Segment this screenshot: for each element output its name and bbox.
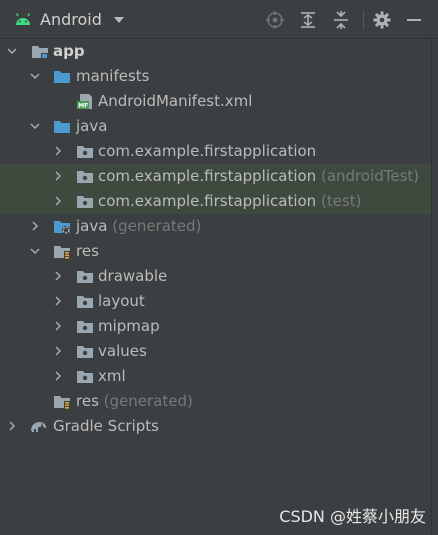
tree-node-xml[interactable]: xml xyxy=(0,364,431,389)
chevron-right-icon[interactable] xyxy=(53,196,63,206)
tree-node-label: java xyxy=(76,117,108,135)
tree-node-mipmap[interactable]: mipmap xyxy=(0,314,431,339)
chevron-down-icon[interactable] xyxy=(7,46,17,56)
gear-icon[interactable] xyxy=(372,10,392,30)
chevron-right-icon[interactable] xyxy=(53,321,63,331)
caret-down-icon[interactable] xyxy=(112,13,126,27)
tree-node-label: manifests xyxy=(76,67,150,85)
tree-node-res[interactable]: res xyxy=(0,239,431,264)
node-suffix: (generated) xyxy=(103,392,193,410)
tree-node-label: xml xyxy=(98,367,126,385)
gradle-elephant-icon xyxy=(31,422,46,432)
chevron-right-icon[interactable] xyxy=(53,271,63,281)
tree-node-label: java (generated) xyxy=(76,217,201,236)
chevron-right-icon[interactable] xyxy=(53,146,63,156)
tree-node-gradle-scripts[interactable]: Gradle Scripts xyxy=(0,414,431,439)
tree-node-label: values xyxy=(98,342,147,360)
chevron-right-icon[interactable] xyxy=(53,346,63,356)
chevron-right-icon[interactable] xyxy=(53,371,63,381)
node-name: com.example.firstapplication xyxy=(98,167,317,185)
tree-node-java[interactable]: java xyxy=(0,114,431,139)
tree-node-label: res (generated) xyxy=(76,392,193,411)
package-icon xyxy=(77,296,93,308)
chevron-down-icon[interactable] xyxy=(30,121,40,131)
tree-node-drawable[interactable]: drawable xyxy=(0,264,431,289)
package-icon xyxy=(77,371,93,383)
tree-node-package-test[interactable]: com.example.firstapplication (test) xyxy=(0,189,431,214)
svg-text:MF: MF xyxy=(78,103,88,110)
tree-node-label: Gradle Scripts xyxy=(53,417,159,435)
module-folder-icon xyxy=(32,46,48,59)
project-toolbar: Android xyxy=(0,0,438,39)
package-icon xyxy=(77,271,93,283)
scrollbar-track[interactable] xyxy=(431,39,438,535)
folder-icon xyxy=(54,71,70,83)
package-icon xyxy=(77,346,93,358)
node-suffix: (generated) xyxy=(112,217,202,235)
package-icon xyxy=(77,171,93,183)
view-selector[interactable]: Android xyxy=(40,10,102,30)
tree-node-label: res xyxy=(76,242,99,260)
toolbar-separator xyxy=(363,10,364,30)
chevron-right-icon[interactable] xyxy=(30,221,40,231)
node-suffix: (test) xyxy=(320,192,362,210)
tree-node-androidmanifest[interactable]: MF AndroidManifest.xml xyxy=(0,89,431,114)
minimize-icon[interactable] xyxy=(404,10,424,30)
chevron-right-icon[interactable] xyxy=(53,296,63,306)
chevron-right-icon[interactable] xyxy=(53,171,63,181)
generated-source-folder-icon xyxy=(54,221,70,234)
collapse-all-icon[interactable] xyxy=(331,10,351,30)
node-name: res xyxy=(76,392,99,410)
package-icon xyxy=(77,146,93,158)
package-icon xyxy=(77,321,93,333)
tree-node-app[interactable]: app xyxy=(0,39,431,64)
chevron-down-icon[interactable] xyxy=(30,246,40,256)
tree-node-layout[interactable]: layout xyxy=(0,289,431,314)
tree-node-java-generated[interactable]: java (generated) xyxy=(0,214,431,239)
chevron-down-icon[interactable] xyxy=(30,71,40,81)
tree-node-label: com.example.firstapplication (androidTes… xyxy=(98,167,419,186)
resource-folder-icon xyxy=(54,396,70,409)
expand-all-icon[interactable] xyxy=(298,10,318,30)
watermark: CSDN @姓蔡小朋友 xyxy=(279,507,426,526)
node-suffix: (androidTest) xyxy=(320,167,420,185)
resource-folder-icon xyxy=(54,246,70,259)
tree-node-label: mipmap xyxy=(98,317,160,335)
tree-node-package-androidtest[interactable]: com.example.firstapplication (androidTes… xyxy=(0,164,431,189)
project-tree: app manifests MF AndroidManifest.xml jav… xyxy=(0,39,438,535)
locate-icon[interactable] xyxy=(265,10,285,30)
tree-node-values[interactable]: values xyxy=(0,339,431,364)
tree-node-res-generated[interactable]: res (generated) xyxy=(0,389,431,414)
tree-node-label: app xyxy=(53,42,85,60)
source-folder-icon xyxy=(54,121,70,133)
tree-node-label: layout xyxy=(98,292,145,310)
node-name: java xyxy=(76,217,108,235)
tree-node-package-main[interactable]: com.example.firstapplication xyxy=(0,139,431,164)
node-name: com.example.firstapplication xyxy=(98,192,317,210)
tree-node-label: drawable xyxy=(98,267,168,285)
tree-node-label: com.example.firstapplication xyxy=(98,142,317,160)
tree-node-label: com.example.firstapplication (test) xyxy=(98,192,362,211)
package-icon xyxy=(77,196,93,208)
manifest-file-icon: MF xyxy=(77,94,92,110)
tree-node-label: AndroidManifest.xml xyxy=(98,92,253,110)
tree-node-manifests[interactable]: manifests xyxy=(0,64,431,89)
chevron-right-icon[interactable] xyxy=(7,421,17,431)
android-icon xyxy=(15,13,31,25)
